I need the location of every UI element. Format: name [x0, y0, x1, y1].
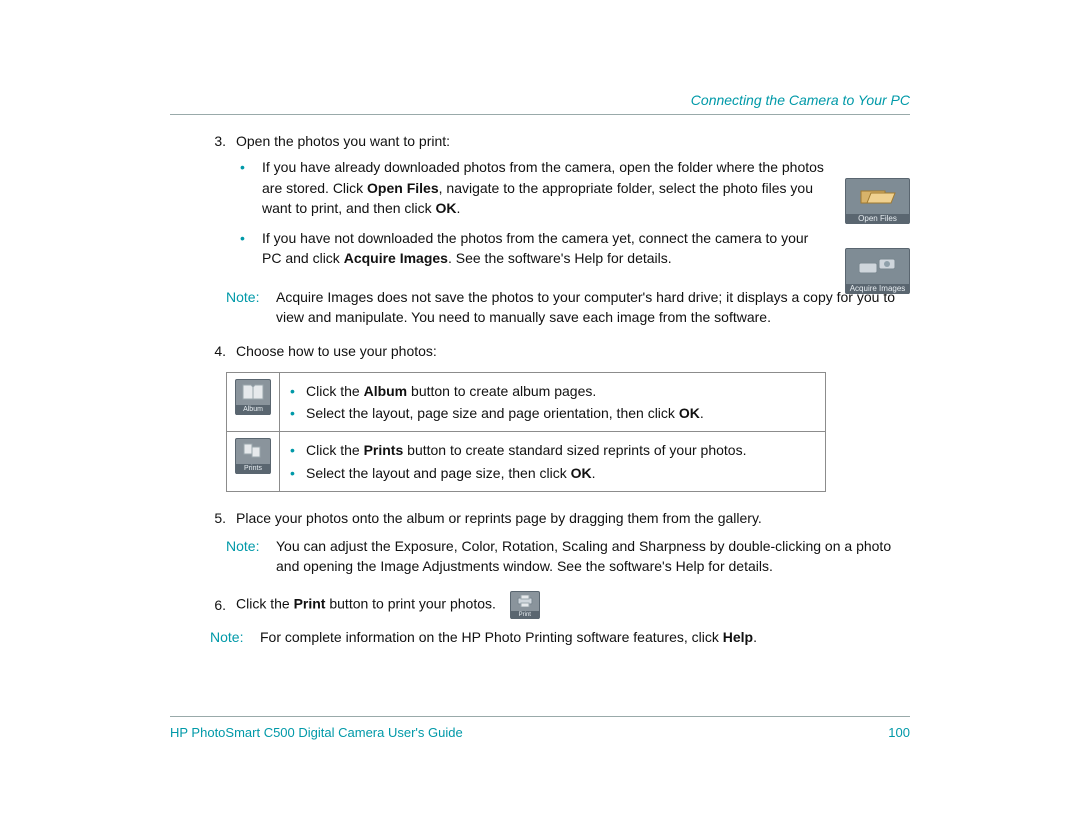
print-icon: Print — [510, 591, 540, 619]
prints-icon: Prints — [235, 438, 271, 474]
step-3-bullet-1: • If you have already downloaded photos … — [236, 157, 910, 218]
footer-guide-title: HP PhotoSmart C500 Digital Camera User's… — [170, 725, 463, 740]
bullet-dot-icon: • — [236, 228, 262, 248]
header-rule — [170, 114, 910, 115]
table-bullet: • Click the Prints button to create stan… — [290, 440, 815, 460]
step-number: 5. — [170, 508, 236, 528]
section-heading: Connecting the Camera to Your PC — [170, 92, 910, 108]
print-caption: Print — [511, 611, 539, 619]
step-3-intro: Open the photos you want to print: — [236, 133, 450, 149]
note-2: Note: You can adjust the Exposure, Color… — [226, 536, 910, 577]
table-bullet: • Select the layout and page size, then … — [290, 463, 815, 483]
table-row: Album • Click the Album button to create… — [227, 372, 826, 432]
note-label: Note: — [226, 287, 276, 328]
step-number: 3. — [170, 131, 236, 279]
page-content: Connecting the Camera to Your PC Open Fi… — [170, 92, 910, 661]
table-bullet: • Select the layout, page size and page … — [290, 403, 815, 423]
step-5-text: Place your photos onto the album or repr… — [236, 508, 910, 528]
note-label: Note: — [226, 536, 276, 577]
step-4-intro: Choose how to use your photos: — [236, 343, 437, 359]
step-5: 5. Place your photos onto the album or r… — [170, 508, 910, 528]
options-table: Album • Click the Album button to create… — [226, 372, 826, 492]
open-files-caption: Open Files — [846, 214, 909, 224]
note-body: Acquire Images does not save the photos … — [276, 287, 910, 328]
footer-rule — [170, 716, 910, 717]
table-bullet: • Click the Album button to create album… — [290, 381, 815, 401]
step-4: 4. Choose how to use your photos: — [170, 341, 910, 361]
step-3-bullet-2: • If you have not downloaded the photos … — [236, 228, 910, 269]
bullet-dot-icon: • — [290, 463, 306, 483]
bullet-dot-icon: • — [236, 157, 262, 177]
album-caption: Album — [236, 405, 270, 415]
step-3: 3. Open the photos you want to print: • … — [170, 131, 910, 279]
bullet-dot-icon: • — [290, 403, 306, 423]
note-body: You can adjust the Exposure, Color, Rota… — [276, 536, 910, 577]
bullet-dot-icon: • — [290, 440, 306, 460]
page-footer: HP PhotoSmart C500 Digital Camera User's… — [170, 716, 910, 740]
step-number: 4. — [170, 341, 236, 361]
note-3: Note: For complete information on the HP… — [210, 627, 910, 647]
prints-caption: Prints — [236, 464, 270, 474]
table-row: Prints • Click the Prints button to crea… — [227, 432, 826, 492]
bullet-dot-icon: • — [290, 381, 306, 401]
acquire-images-caption: Acquire Images — [846, 284, 909, 294]
step-number: 6. — [170, 595, 236, 615]
album-icon: Album — [235, 379, 271, 415]
note-label: Note: — [210, 627, 260, 647]
content-body: 3. Open the photos you want to print: • … — [170, 131, 910, 647]
acquire-images-icon: Acquire Images — [845, 248, 910, 294]
page-number: 100 — [888, 725, 910, 740]
step-6: 6. Click the Print button to print your … — [170, 591, 910, 619]
note-1: Note: Acquire Images does not save the p… — [226, 287, 910, 328]
open-files-icon: Open Files — [845, 178, 910, 224]
